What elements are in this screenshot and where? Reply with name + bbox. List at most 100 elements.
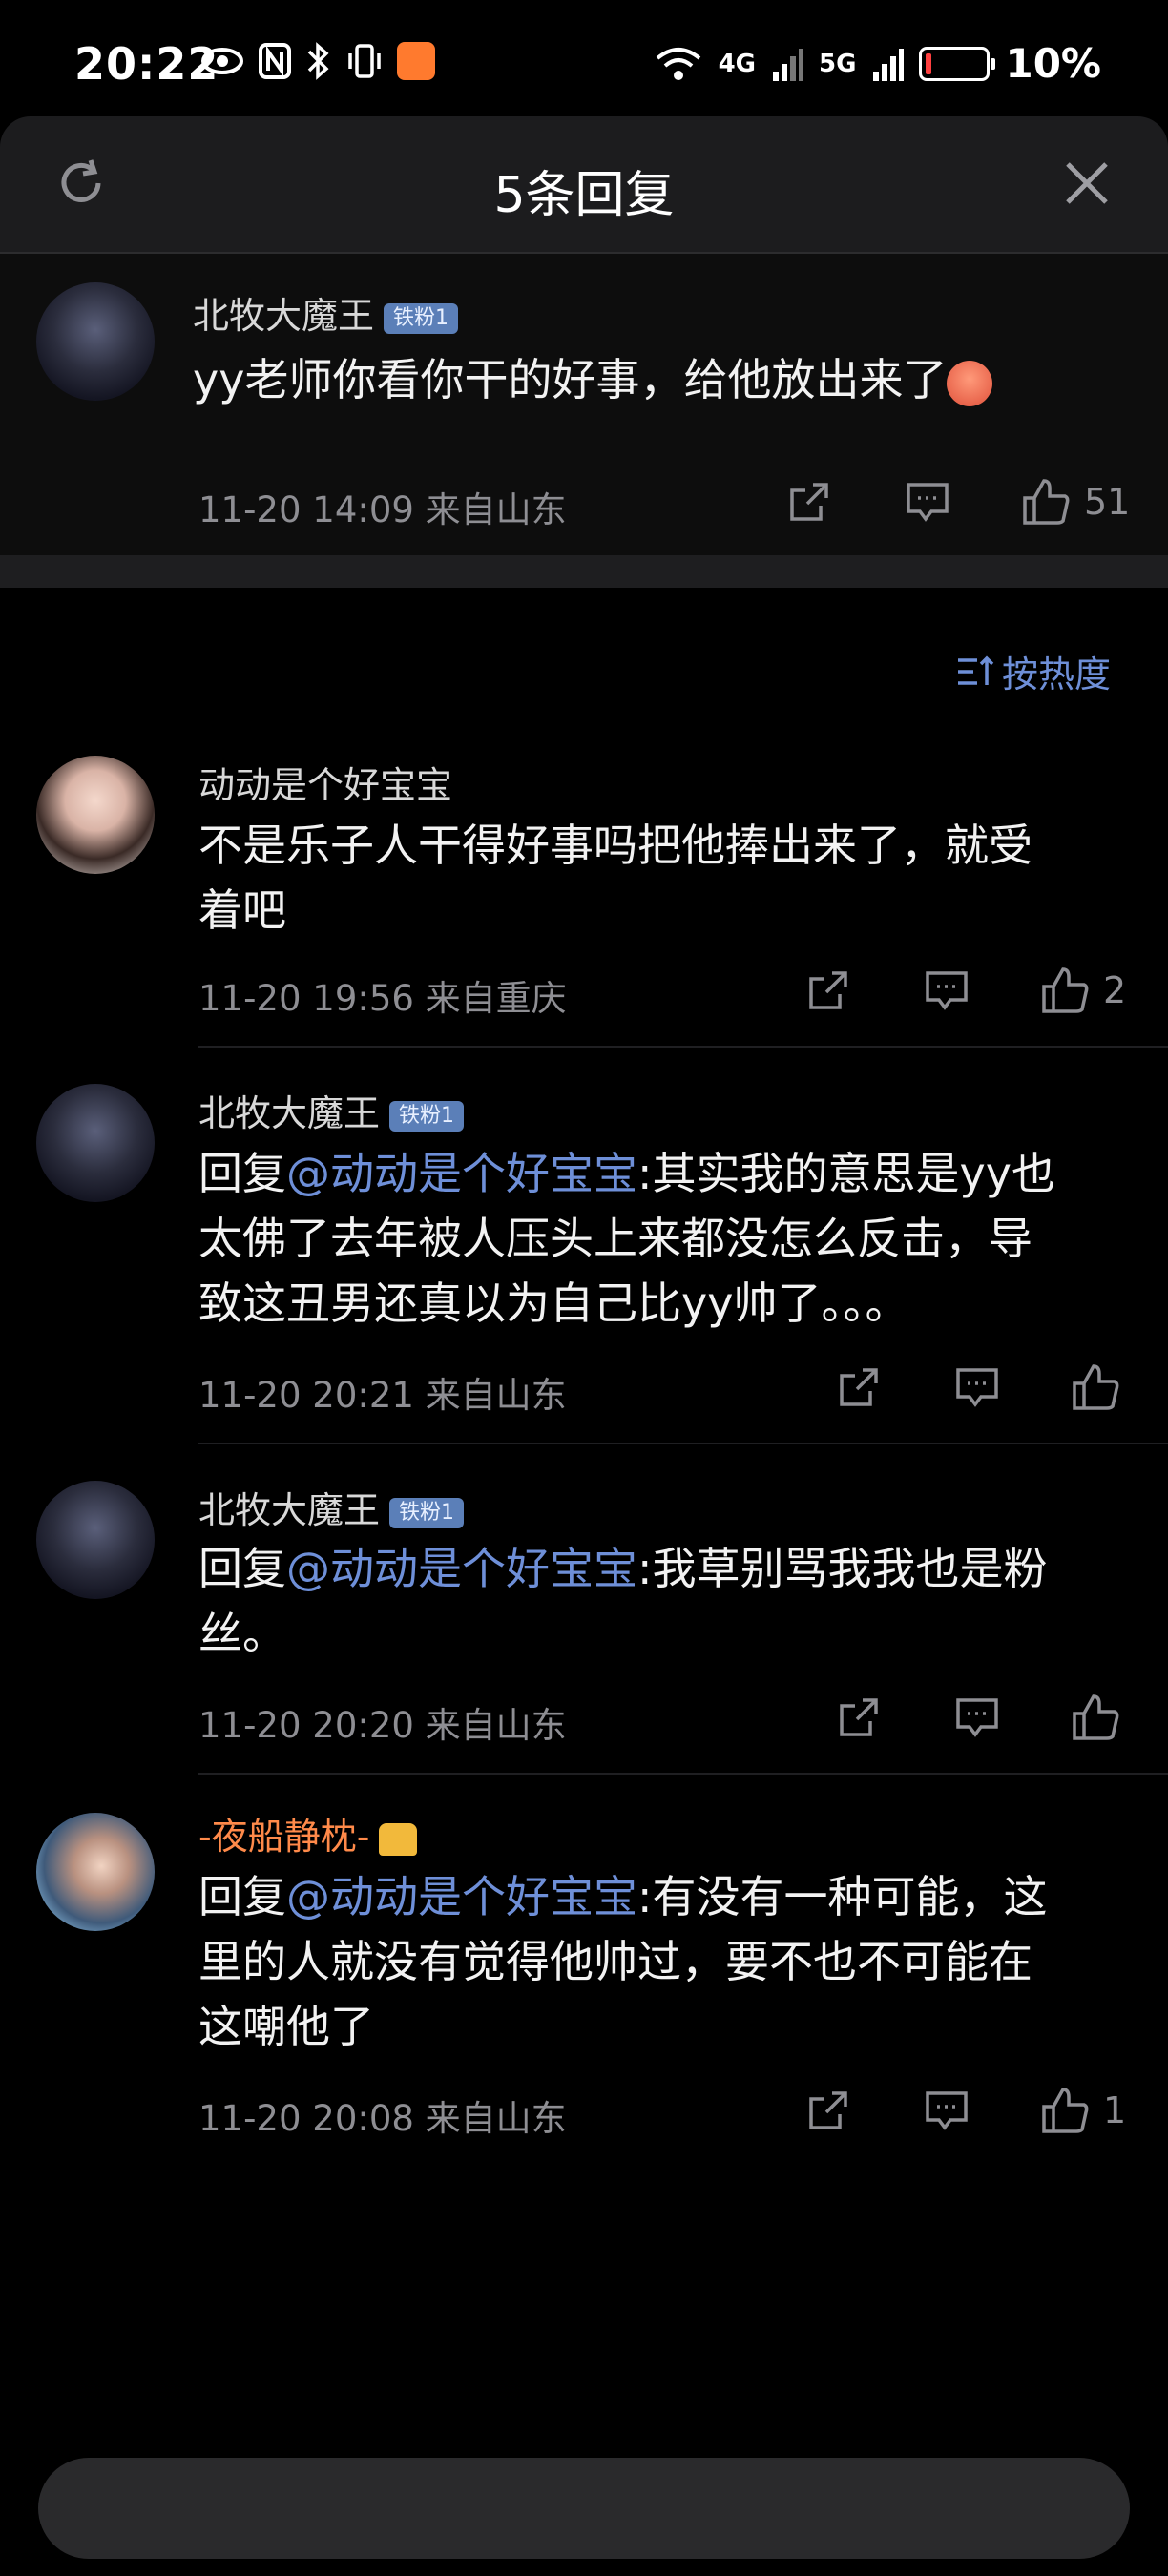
like-icon[interactable] <box>1067 1359 1124 1416</box>
signal-4g-label: 4G <box>718 49 757 78</box>
comment-meta: 11-20 19:56 来自重庆 <box>198 969 567 1021</box>
like-icon[interactable] <box>1067 1689 1124 1746</box>
status-bar: 20:22 4G 5G 10% <box>0 0 1168 114</box>
comment-line: 太佛了去年被人压头上来都没怎么反击，导 <box>198 1213 1032 1264</box>
comment-meta: 11-20 20:20 来自山东 <box>198 1696 567 1748</box>
fan-badge: 铁粉1 <box>389 1497 465 1528</box>
comment-meta: 11-20 14:09 来自山东 <box>198 481 567 532</box>
username[interactable]: 北牧大魔王 铁粉1 <box>193 286 459 339</box>
section-separator <box>0 555 1168 588</box>
sort-label: 按热度 <box>1001 654 1111 696</box>
like-icon[interactable] <box>1036 2082 1094 2139</box>
battery-level <box>926 52 932 74</box>
sort-by-heat-button[interactable]: 按热度 <box>956 645 1111 697</box>
comment-line: :有没有一种可能，这 <box>637 1871 1048 1922</box>
avatar[interactable] <box>36 756 155 874</box>
reply-prefix: 回复 <box>198 1543 286 1594</box>
comment-body: yy老师你看你干的好事，给他放出来了 <box>193 354 948 405</box>
mention-link[interactable]: @动动是个好宝宝 <box>286 1871 637 1922</box>
reply-prefix: 回复 <box>198 1148 286 1199</box>
status-icons-left <box>200 42 435 80</box>
comment-text: 回复@动动是个好宝宝:有没有一种可能，这 里的人就没有觉得他帅过，要不也不可能在… <box>198 1864 1048 2059</box>
comment-location: 来自山东 <box>425 2098 567 2139</box>
username[interactable]: 动动是个好宝宝 <box>198 756 452 808</box>
comment-date: 11-20 20:21 <box>198 1375 414 1416</box>
bluetooth-icon <box>307 42 329 80</box>
divider <box>198 1046 1168 1048</box>
comment-text: 回复@动动是个好宝宝:其实我的意思是yy也 太佛了去年被人压头上来都没怎么反击，… <box>198 1141 1055 1336</box>
comment-text: 不是乐子人干得好事吗把他捧出来了，就受 着吧 <box>198 813 1032 943</box>
comment-meta: 11-20 20:08 来自山东 <box>198 2089 567 2141</box>
close-icon[interactable] <box>1058 155 1116 212</box>
status-time: 20:22 <box>74 38 219 90</box>
mention-link[interactable]: @动动是个好宝宝 <box>286 1148 637 1199</box>
reply-icon[interactable] <box>949 1359 1006 1416</box>
avatar[interactable] <box>36 1813 155 1931</box>
comment-date: 11-20 20:20 <box>198 1705 414 1746</box>
page-title: 5条回复 <box>493 167 675 224</box>
divider <box>198 1773 1168 1775</box>
comment-text: yy老师你看你干的好事，给他放出来了 <box>193 347 993 412</box>
comment-location: 来自山东 <box>425 1705 567 1746</box>
comment-actions <box>830 1359 1124 1416</box>
crown-icon <box>379 1822 418 1856</box>
mention-link[interactable]: @动动是个好宝宝 <box>286 1543 637 1594</box>
like-count: 2 <box>1103 969 1127 1011</box>
username[interactable]: 北牧大魔王 铁粉1 <box>198 1084 465 1136</box>
fan-badge: 铁粉1 <box>384 302 459 334</box>
comment-date: 11-20 19:56 <box>198 978 414 1019</box>
like-icon[interactable] <box>1036 962 1094 1019</box>
sort-icon <box>957 655 994 685</box>
comment-line: 这嘲他了 <box>198 2001 374 2052</box>
emoji-icon <box>947 360 993 406</box>
share-icon[interactable] <box>800 2082 857 2139</box>
username-text: -夜船静枕- <box>198 1816 370 1858</box>
reply-prefix: 回复 <box>198 1871 286 1922</box>
avatar[interactable] <box>36 1481 155 1599</box>
like-count: 51 <box>1084 481 1131 523</box>
avatar[interactable] <box>36 1084 155 1202</box>
comment-text: 回复@动动是个好宝宝:我草别骂我我也是粉 丝。 <box>198 1536 1048 1666</box>
fan-badge: 铁粉1 <box>389 1100 465 1132</box>
share-icon[interactable] <box>781 473 838 530</box>
username-text: 北牧大魔王 <box>198 1489 381 1531</box>
status-icons-right: 4G 5G 10% <box>654 40 1101 87</box>
battery-percent: 10% <box>1005 40 1101 87</box>
comment-line: 里的人就没有觉得他帅过，要不也不可能在 <box>198 1936 1032 1987</box>
share-icon[interactable] <box>830 1359 887 1416</box>
share-icon[interactable] <box>800 962 857 1019</box>
avatar[interactable] <box>36 282 155 401</box>
comment-line: :其实我的意思是yy也 <box>637 1148 1055 1199</box>
comment-actions: 2 <box>800 962 1126 1019</box>
vibrate-icon <box>348 44 381 78</box>
comment-location: 来自重庆 <box>425 978 567 1019</box>
wifi-icon <box>656 47 700 80</box>
app-notification-icon <box>397 42 435 80</box>
signal-bars-icon <box>873 48 905 81</box>
username[interactable]: 北牧大魔王 铁粉1 <box>198 1481 465 1533</box>
signal-bars-icon <box>773 48 804 81</box>
username-text: 北牧大魔王 <box>198 1092 381 1134</box>
like-count: 1 <box>1103 2089 1127 2131</box>
comment-actions: 1 <box>800 2082 1126 2139</box>
comment-line: :我草别骂我我也是粉 <box>637 1543 1048 1594</box>
like-icon[interactable] <box>1017 473 1074 530</box>
reply-icon[interactable] <box>918 962 975 1019</box>
comment-actions <box>830 1689 1124 1746</box>
username[interactable]: -夜船静枕- <box>198 1807 418 1859</box>
comment-date: 11-20 14:09 <box>198 489 414 530</box>
share-icon[interactable] <box>830 1689 887 1746</box>
reply-icon[interactable] <box>899 473 956 530</box>
eye-icon <box>201 48 243 74</box>
reply-icon[interactable] <box>949 1689 1006 1746</box>
comment-location: 来自山东 <box>425 1375 567 1416</box>
comment-actions: 51 <box>781 473 1130 530</box>
reply-icon[interactable] <box>918 2082 975 2139</box>
username-text: 北牧大魔王 <box>193 295 375 337</box>
comment-line: 不是乐子人干得好事吗把他捧出来了，就受 <box>198 820 1032 871</box>
comment-line: 丝。 <box>198 1608 286 1659</box>
comment-meta: 11-20 20:21 来自山东 <box>198 1366 567 1418</box>
divider <box>198 1443 1168 1444</box>
replies-header: 5条回复 <box>0 116 1168 254</box>
reply-input[interactable] <box>38 2458 1130 2559</box>
